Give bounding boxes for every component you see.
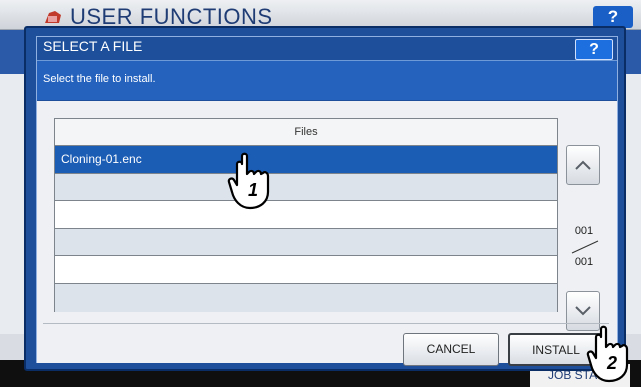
button-divider: [43, 323, 609, 324]
dialog-content: Files Cloning-01.enc 001 001 CANCEL INST…: [37, 101, 617, 366]
cancel-button[interactable]: CANCEL: [403, 333, 499, 366]
hand-pointer-icon: 2: [586, 325, 629, 383]
dialog-help-button[interactable]: ?: [575, 39, 613, 60]
chevron-up-icon: [575, 160, 591, 170]
dialog-message-bar: Select the file to install.: [37, 60, 617, 100]
file-table-header: Files: [55, 119, 557, 146]
file-row[interactable]: Cloning-01.enc: [55, 146, 557, 174]
app-help-button[interactable]: ?: [593, 6, 633, 28]
file-row[interactable]: [55, 201, 557, 229]
page-separator: [571, 240, 599, 254]
step-1-label: 1: [248, 180, 258, 200]
dialog-title: SELECT A FILE: [43, 38, 143, 54]
current-page: 001: [574, 225, 594, 237]
file-row[interactable]: [55, 283, 557, 312]
file-row[interactable]: [55, 256, 557, 284]
dialog-frame: SELECT A FILE ? Select the file to insta…: [36, 36, 618, 366]
select-file-dialog: SELECT A FILE ? Select the file to insta…: [24, 26, 626, 371]
user-functions-icon: [45, 11, 61, 23]
file-row[interactable]: [55, 173, 557, 202]
chevron-down-icon: [575, 306, 591, 316]
step-2-label: 2: [606, 353, 617, 373]
dialog-message: Select the file to install.: [43, 73, 156, 85]
hand-pointer-icon: 1: [227, 152, 270, 210]
dialog-title-bar: SELECT A FILE ?: [37, 37, 617, 60]
page-up-button[interactable]: [566, 145, 600, 185]
file-row[interactable]: [55, 228, 557, 257]
total-pages: 001: [574, 256, 594, 268]
file-table: Files Cloning-01.enc: [54, 118, 558, 312]
